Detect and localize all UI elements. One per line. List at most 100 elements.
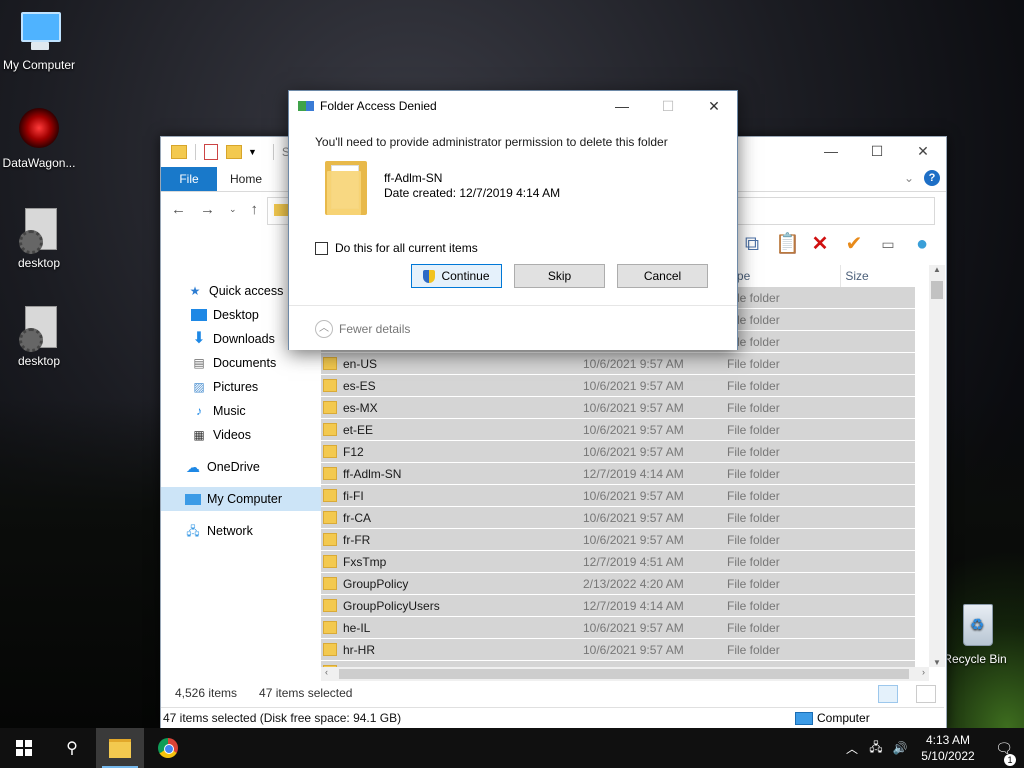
scroll-thumb[interactable] — [931, 281, 943, 299]
list-item[interactable]: es-ES 10/6/2021 9:57 AM File folder — [321, 375, 915, 397]
list-item[interactable]: he-IL 10/6/2021 9:57 AM File folder — [321, 617, 915, 639]
skip-button[interactable]: Skip — [514, 264, 605, 288]
taskbar-file-explorer[interactable] — [96, 728, 144, 768]
list-item[interactable]: GroupPolicyUsers 12/7/2019 4:14 AM File fo… — [321, 595, 915, 617]
new-folder-icon[interactable] — [226, 145, 242, 159]
cancel-button[interactable]: Cancel — [617, 264, 708, 288]
network-icon[interactable]: 🖧 — [864, 738, 888, 759]
delete-icon[interactable]: ✕ — [809, 233, 831, 255]
item-name: he-IL — [343, 620, 371, 635]
scroll-thumb[interactable] — [339, 669, 909, 679]
notification-center-button[interactable]: 🗨 1 — [984, 740, 1024, 766]
list-item[interactable]: F12 10/6/2021 9:57 AM File folder — [321, 441, 915, 463]
dialog-buttons: Continue Skip Cancel — [411, 264, 708, 288]
item-date: 10/6/2021 9:57 AM — [583, 378, 684, 393]
forward-arrow-icon[interactable]: → — [200, 201, 215, 218]
list-item[interactable]: ff-Adlm-SN 12/7/2019 4:14 AM File folder — [321, 463, 915, 485]
item-type: File folder — [727, 334, 780, 349]
nav-music[interactable]: ♪ Music — [161, 399, 348, 423]
properties-icon[interactable] — [204, 144, 218, 160]
horizontal-scrollbar[interactable]: ‹ › — [321, 667, 929, 681]
list-item[interactable]: fr-FR 10/6/2021 9:57 AM File folder — [321, 529, 915, 551]
selection-details: 47 items selected (Disk free space: 94.1… — [163, 711, 402, 725]
tab-home[interactable]: Home — [217, 167, 275, 191]
nav-documents[interactable]: ▤ Documents 📌 — [161, 351, 348, 375]
clock[interactable]: 4:13 AM 5/10/2022 — [912, 732, 984, 764]
folder-date: Date created: 12/7/2019 4:14 AM — [384, 186, 561, 200]
desktop-icon-recycle-bin[interactable]: Recycle Bin — [937, 604, 1013, 666]
scroll-left-icon[interactable]: ‹ — [325, 667, 328, 677]
desktop-icon-label: DataWagon... — [2, 156, 76, 170]
search-button[interactable]: ⚲ — [48, 728, 96, 768]
desktop-icon-desktop-2[interactable]: desktop — [1, 306, 77, 368]
list-item[interactable]: et-EE 10/6/2021 9:57 AM File folder — [321, 419, 915, 441]
folder-icon — [274, 204, 288, 216]
nav-onedrive[interactable]: ☁ OneDrive — [161, 455, 342, 479]
nav-pictures[interactable]: ▨ Pictures 📌 — [161, 375, 348, 399]
folder-icon — [323, 643, 337, 656]
fewer-details-toggle[interactable]: ︿ Fewer details — [315, 320, 410, 338]
apply-all-checkbox[interactable]: Do this for all current items — [315, 241, 478, 255]
column-size[interactable]: Size — [841, 265, 915, 287]
nav-videos[interactable]: ▦ Videos — [161, 423, 348, 447]
list-item[interactable]: es-MX 10/6/2021 9:57 AM File folder — [321, 397, 915, 419]
back-arrow-icon[interactable]: ← — [171, 201, 186, 218]
copy-icon[interactable]: ⧉ — [741, 233, 763, 255]
details-status-bar: 47 items selected (Disk free space: 94.1… — [161, 707, 944, 728]
scroll-right-icon[interactable]: › — [922, 667, 925, 677]
tab-file[interactable]: File — [161, 167, 217, 191]
desktop-icon-my-computer[interactable]: My Computer — [1, 10, 77, 72]
desktop-icon-desktop-1[interactable]: desktop — [1, 208, 77, 270]
computer-icon — [17, 10, 61, 54]
folder-icon — [323, 577, 337, 590]
list-item[interactable]: en-US 10/6/2021 9:57 AM File folder — [321, 353, 915, 375]
volume-icon[interactable]: 🔊 — [888, 741, 912, 755]
item-name: F12 — [343, 444, 364, 459]
folder-icon — [325, 157, 367, 215]
minimize-button[interactable]: — — [599, 91, 645, 121]
nav-network[interactable]: 🖧 Network — [161, 519, 342, 543]
pictures-icon: ▨ — [193, 380, 205, 394]
dialog-titlebar: Folder Access Denied — ☐ ✕ — [289, 91, 737, 121]
folder-icon — [323, 445, 337, 458]
list-item[interactable]: GroupPolicy 2/13/2022 4:20 AM File folder — [321, 573, 915, 595]
customize-toolbar-icon[interactable]: ▼ — [248, 147, 257, 157]
continue-button[interactable]: Continue — [411, 264, 502, 288]
checkbox[interactable] — [315, 241, 328, 255]
close-button[interactable]: ✕ — [900, 137, 946, 167]
list-item[interactable]: FxsTmp 12/7/2019 4:51 AM File folder — [321, 551, 915, 573]
rename-icon[interactable]: ✔ — [843, 233, 865, 255]
chevron-down-icon[interactable]: ⌄ — [904, 171, 914, 185]
item-name: FxsTmp — [343, 554, 387, 569]
start-button[interactable] — [0, 728, 48, 768]
vertical-scrollbar[interactable]: ▲ ▼ — [929, 265, 945, 667]
maximize-button[interactable]: ☐ — [854, 137, 900, 167]
desktop-icon-datawagon[interactable]: DataWagon... — [1, 108, 77, 170]
item-type: File folder — [727, 532, 780, 547]
list-item[interactable]: fr-CA 10/6/2021 9:57 AM File folder — [321, 507, 915, 529]
up-arrow-icon[interactable]: ↑ — [251, 201, 259, 218]
chevron-up-icon[interactable]: ︿ — [840, 740, 864, 757]
cloud-icon: ☁ — [186, 459, 200, 475]
list-item[interactable]: fi-FI 10/6/2021 9:57 AM File folder — [321, 485, 915, 507]
taskbar-chrome[interactable] — [144, 728, 192, 768]
help-icon[interactable]: ? — [924, 170, 940, 186]
network-icon: 🖧 — [186, 524, 200, 538]
nav-my-computer[interactable]: My Computer — [161, 487, 342, 511]
item-type: File folder — [727, 620, 780, 635]
details-view-button[interactable] — [878, 685, 898, 703]
large-icons-view-button[interactable] — [916, 685, 936, 703]
properties-icon[interactable]: ▭ — [877, 233, 899, 255]
computer-icon — [795, 711, 813, 725]
folder-icon — [323, 423, 337, 436]
list-item[interactable]: hr-HR 10/6/2021 9:57 AM File folder — [321, 639, 915, 661]
column-type[interactable]: pe — [733, 265, 842, 287]
scroll-down-icon[interactable]: ▼ — [929, 658, 945, 667]
time: 4:13 AM — [925, 733, 971, 747]
close-button[interactable]: ✕ — [691, 91, 737, 121]
recent-locations-icon[interactable]: ⌄ — [229, 204, 237, 215]
globe-icon[interactable]: ● — [911, 233, 933, 255]
minimize-button[interactable]: — — [808, 137, 854, 167]
paste-icon[interactable]: 📋 — [775, 233, 800, 255]
scroll-up-icon[interactable]: ▲ — [929, 265, 945, 274]
